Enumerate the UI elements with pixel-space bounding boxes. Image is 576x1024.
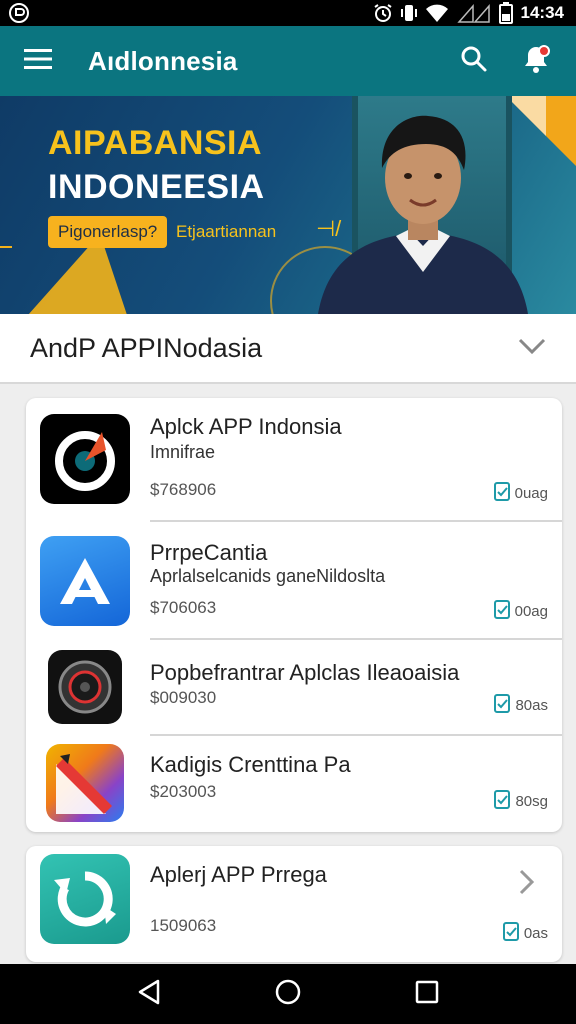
status-time: 14:34 [520, 3, 564, 22]
app-price: $009030 [150, 688, 217, 707]
app-price: $706063 [150, 598, 217, 617]
notification-badge [538, 45, 550, 57]
camera-lens-icon [48, 650, 122, 724]
banner-decoration [0, 246, 12, 248]
signal-icon [456, 3, 491, 23]
app-meta-value: 00ag [514, 602, 548, 620]
a-letter-icon [40, 536, 130, 626]
app-meta: 0as [502, 920, 548, 946]
clipboard-check-icon [493, 480, 511, 506]
app-price: $203003 [150, 782, 217, 801]
target-icon [40, 414, 130, 504]
vibrate-icon [400, 3, 417, 23]
app-bar: Aıdlonnesia [0, 26, 576, 96]
alarm-icon [373, 3, 393, 23]
app-meta-value: 0as [523, 924, 548, 942]
wifi-icon [425, 3, 449, 23]
banner-subtitle: INDONEESIA [48, 168, 265, 206]
chevron-down-icon[interactable] [518, 337, 546, 360]
battery-icon [498, 2, 513, 24]
menu-icon [24, 48, 52, 75]
app-price: 1509063 [150, 916, 217, 935]
app-name: Popbefrantrar Aplclas Ileaoaisia [150, 660, 460, 685]
app-meta: 00ag [493, 598, 548, 624]
app-meta: 0uag [493, 480, 548, 506]
list-item[interactable]: PrrpeCantia Aprlalselcanids ganeNildoslt… [26, 522, 562, 640]
app-meta-value: 0uag [514, 484, 548, 502]
list-item[interactable]: Popbefrantrar Aplclas Ileaoaisia $009030… [26, 640, 562, 736]
search-icon [460, 45, 488, 78]
recents-button[interactable] [402, 969, 452, 1019]
app-meta-value: 80as [515, 696, 548, 714]
section-title: AndP APPINodasia [30, 332, 263, 363]
app-price: $768906 [150, 480, 217, 499]
app-title: Aıdlonnesia [88, 45, 238, 76]
app-meta-value: 80sg [515, 792, 548, 810]
system-nav-bar [0, 964, 576, 1024]
app-list-card: Aplck APP Indonsia Imnifrae $768906 0uag… [26, 398, 562, 832]
clipboard-check-icon [502, 920, 520, 946]
banner-decoration-text: ⊣/ [316, 216, 342, 241]
app-name: Kadigis Crenttina Pa [150, 752, 351, 777]
menu-button[interactable] [18, 41, 58, 81]
app-meta: 80sg [493, 788, 548, 814]
status-bar: 14:34 [0, 0, 576, 26]
banner-cta-button[interactable]: Pigonerlasp? [48, 216, 168, 248]
search-button[interactable] [452, 39, 496, 83]
banner-title: AIPABANSIA [48, 124, 263, 162]
ruler-pencil-icon [46, 744, 124, 822]
app-notification-icon [8, 2, 30, 24]
app-subtitle: Imnifrae [150, 442, 216, 462]
list-item[interactable]: Aplerj APP Prrega 1509063 0as [26, 846, 562, 962]
recents-icon [415, 980, 439, 1009]
clipboard-check-icon [493, 692, 511, 718]
list-item[interactable]: Kadigis Crenttina Pa $203003 80sg [26, 736, 562, 832]
chevron-right-icon[interactable] [518, 868, 536, 901]
app-name: Aplerj APP Prrega [150, 862, 327, 887]
section-header-dropdown[interactable]: AndP APPINodasia [0, 314, 576, 384]
home-button[interactable] [263, 969, 313, 1019]
refresh-icon [40, 854, 130, 944]
app-name: PrrpeCantia [150, 540, 268, 565]
banner-caption: Etjaartiannan [176, 222, 277, 241]
app-name: Aplck APP Indonsia [150, 414, 342, 439]
app-list-card: Aplerj APP Prrega 1509063 0as [26, 846, 562, 962]
notifications-button[interactable] [514, 39, 558, 83]
clipboard-check-icon [493, 598, 511, 624]
clipboard-check-icon [493, 788, 511, 814]
promo-banner[interactable]: AIPABANSIA INDONEESIA Pigonerlasp? Etjaa… [0, 96, 576, 314]
back-icon [136, 978, 162, 1011]
home-icon [274, 978, 302, 1011]
back-button[interactable] [124, 969, 174, 1019]
person-illustration [318, 115, 528, 314]
list-item[interactable]: Aplck APP Indonsia Imnifrae $768906 0uag [26, 398, 562, 522]
app-meta: 80as [493, 692, 548, 718]
app-subtitle: Aprlalselcanids ganeNildoslta [150, 566, 386, 586]
